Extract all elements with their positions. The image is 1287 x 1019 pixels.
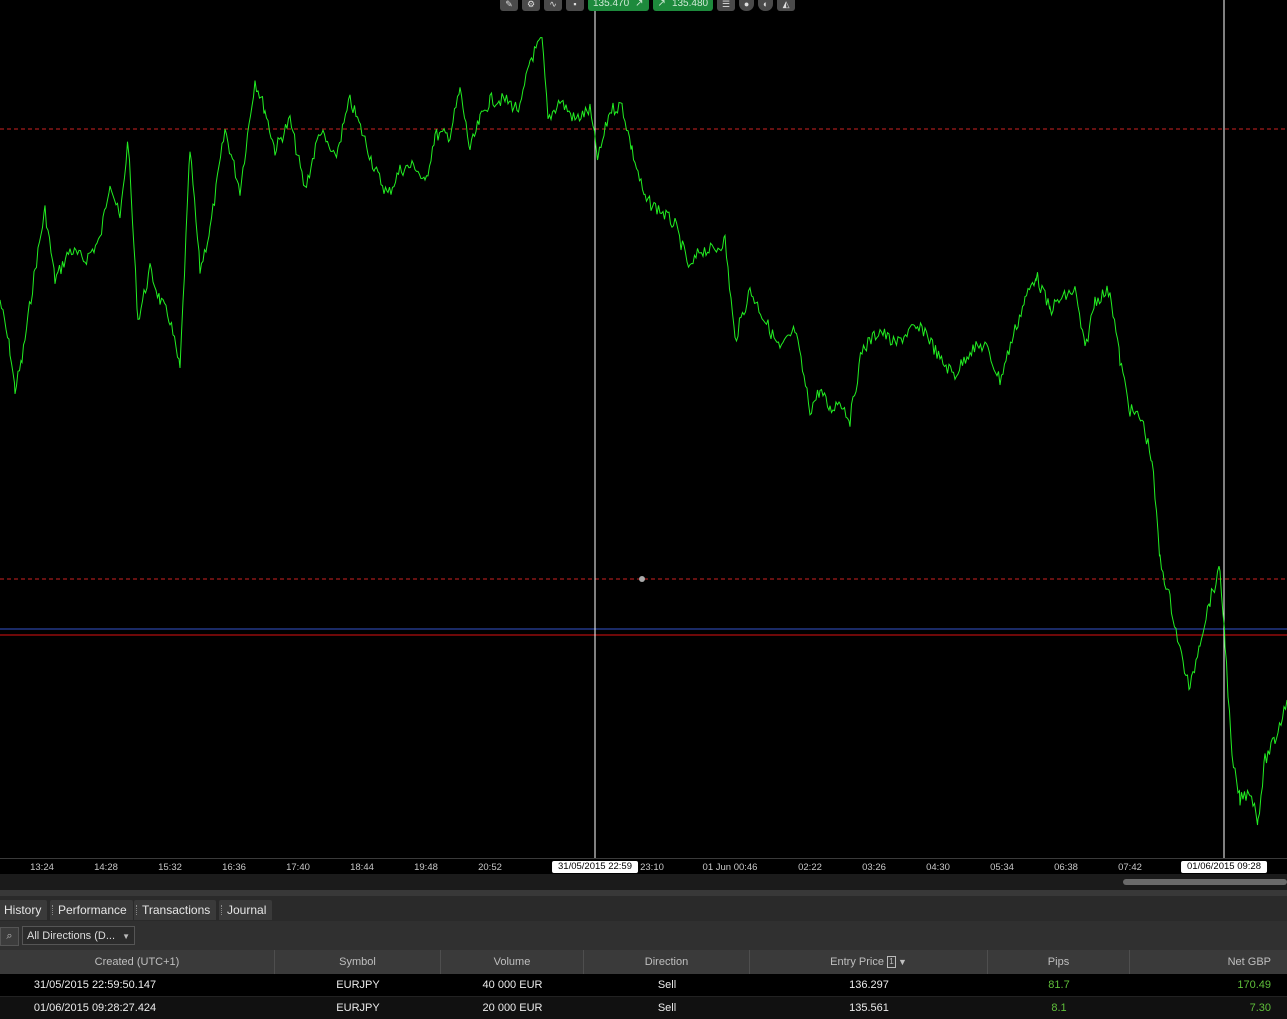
time-tick: 23:10 xyxy=(640,862,664,873)
price-series-line xyxy=(0,37,1287,826)
time-tick: 16:36 xyxy=(222,862,246,873)
scrollbar-thumb[interactable] xyxy=(1123,879,1287,885)
chart-type-icon[interactable]: ∿ xyxy=(544,0,562,11)
time-tick: 13:24 xyxy=(30,862,54,873)
cell-volume: 20 000 EUR xyxy=(482,1002,543,1014)
col-pips[interactable]: Pips xyxy=(988,950,1130,974)
chart-canvas[interactable] xyxy=(0,0,1287,858)
sort-order-badge: 1 xyxy=(886,956,896,969)
col-direction-label: Direction xyxy=(644,956,689,968)
buy-price-button[interactable]: ↗ 135.480 xyxy=(652,0,714,11)
time-tick: 14:28 xyxy=(94,862,118,873)
col-pips-label: Pips xyxy=(1047,956,1070,968)
col-volume-label: Volume xyxy=(493,956,531,968)
sell-price-button[interactable]: 135.470 ↗ xyxy=(588,0,649,11)
tab-history[interactable]: History xyxy=(0,900,48,920)
crosshair-time-label-2: 01/06/2015 09:28 xyxy=(1181,861,1267,873)
cell-created: 01/06/2015 09:28:27.424 xyxy=(33,1002,157,1014)
search-icon[interactable]: ⌕ xyxy=(0,927,19,946)
tab-journal[interactable]: Journal xyxy=(219,900,273,920)
buy-arrow-icon: ↗ xyxy=(657,0,666,9)
cell-net: 7.30 xyxy=(1249,1002,1271,1014)
tab-transactions[interactable]: Transactions xyxy=(134,900,217,920)
cell-entry-price: 136.297 xyxy=(849,979,889,991)
buy-price: 135.480 xyxy=(671,0,709,9)
col-direction[interactable]: Direction xyxy=(584,950,750,974)
cell-direction: Sell xyxy=(657,979,677,991)
list-icon[interactable]: ☰ xyxy=(717,0,736,11)
col-entry-price-label: Entry Price xyxy=(830,956,884,968)
time-tick: 03:26 xyxy=(862,862,886,873)
time-tick: 01 Jun 00:46 xyxy=(702,862,758,873)
time-tick: 07:42 xyxy=(1118,862,1142,873)
col-volume[interactable]: Volume xyxy=(441,950,584,974)
tab-performance[interactable]: Performance xyxy=(50,900,133,920)
cell-pips: 8.1 xyxy=(1051,1002,1067,1014)
table-header: Created (UTC+1) Symbol Volume Direction … xyxy=(0,950,1287,974)
col-created[interactable]: Created (UTC+1) xyxy=(0,950,275,974)
cell-direction: Sell xyxy=(657,1002,677,1014)
time-tick: 18:44 xyxy=(350,862,374,873)
time-tick: 06:38 xyxy=(1054,862,1078,873)
chevron-down-icon: ▼ xyxy=(122,932,130,941)
table-row[interactable]: 01/06/2015 09:28:27.424 EURJPY 20 000 EU… xyxy=(0,996,1287,1019)
cell-entry-price: 135.561 xyxy=(849,1002,889,1014)
time-tick: 17:40 xyxy=(286,862,310,873)
cell-pips: 81.7 xyxy=(1048,979,1070,991)
cell-net: 170.49 xyxy=(1237,979,1271,991)
tab-label: Transactions xyxy=(142,903,211,917)
settings-icon[interactable]: ⚙ xyxy=(522,0,540,11)
sell-price: 135.470 xyxy=(593,0,630,9)
paint-icon[interactable]: ◐ xyxy=(758,0,774,11)
time-axis: 13:24 14:28 15:32 16:36 17:40 18:44 19:4… xyxy=(0,858,1287,875)
chart-scrollbar[interactable] xyxy=(0,874,1287,890)
snapshot-icon[interactable]: ◭ xyxy=(777,0,796,11)
crosshair-time-label-1: 31/05/2015 22:59 xyxy=(552,861,638,873)
tab-label: Journal xyxy=(227,903,267,917)
col-net[interactable]: Net GBP xyxy=(1130,950,1287,974)
col-created-label: Created (UTC+1) xyxy=(94,956,180,968)
cell-volume: 40 000 EUR xyxy=(482,979,543,991)
timeframe-icon[interactable]: ▪ xyxy=(566,0,584,11)
cell-created: 31/05/2015 22:59:50.147 xyxy=(33,979,157,991)
tab-label: Performance xyxy=(58,903,127,917)
table-row[interactable]: 31/05/2015 22:59:50.147 EURJPY 40 000 EU… xyxy=(0,974,1287,996)
time-tick: 04:30 xyxy=(926,862,950,873)
time-tick: 20:52 xyxy=(478,862,502,873)
grip-icon xyxy=(136,905,139,915)
level-drag-handle[interactable] xyxy=(639,576,645,582)
price-chart[interactable]: ✎ ⚙ ∿ ▪ 135.470 ↗ ↗ 135.480 ☰ ● ◐ ◭ xyxy=(0,0,1287,858)
bottom-tabs: History Performance Transactions Journal xyxy=(0,896,1287,921)
tools-icon[interactable]: ✎ xyxy=(500,0,518,11)
sort-desc-icon: ▼ xyxy=(897,957,907,967)
chart-toolbar: ✎ ⚙ ∿ ▪ 135.470 ↗ ↗ 135.480 ☰ ● ◐ ◭ xyxy=(500,0,796,11)
col-symbol[interactable]: Symbol xyxy=(275,950,441,974)
grip-icon xyxy=(221,905,224,915)
time-tick: 02:22 xyxy=(798,862,822,873)
sell-arrow-icon: ↗ xyxy=(635,0,644,9)
time-tick: 19:48 xyxy=(414,862,438,873)
time-tick: 05:34 xyxy=(990,862,1014,873)
time-tick: 15:32 xyxy=(158,862,182,873)
direction-filter-value: All Directions (D... xyxy=(27,930,116,942)
grip-icon xyxy=(52,905,55,915)
direction-filter-select[interactable]: All Directions (D... ▼ xyxy=(22,926,135,945)
tab-label: History xyxy=(4,903,42,917)
col-symbol-label: Symbol xyxy=(339,956,376,968)
filter-bar: ⌕ All Directions (D... ▼ xyxy=(0,921,1287,950)
cell-symbol: EURJPY xyxy=(336,979,380,991)
col-entry-price[interactable]: Entry Price 1 ▼ xyxy=(750,950,988,974)
camera-icon[interactable]: ● xyxy=(739,0,755,11)
cell-symbol: EURJPY xyxy=(336,1002,380,1014)
col-net-label: Net GBP xyxy=(1227,956,1271,968)
